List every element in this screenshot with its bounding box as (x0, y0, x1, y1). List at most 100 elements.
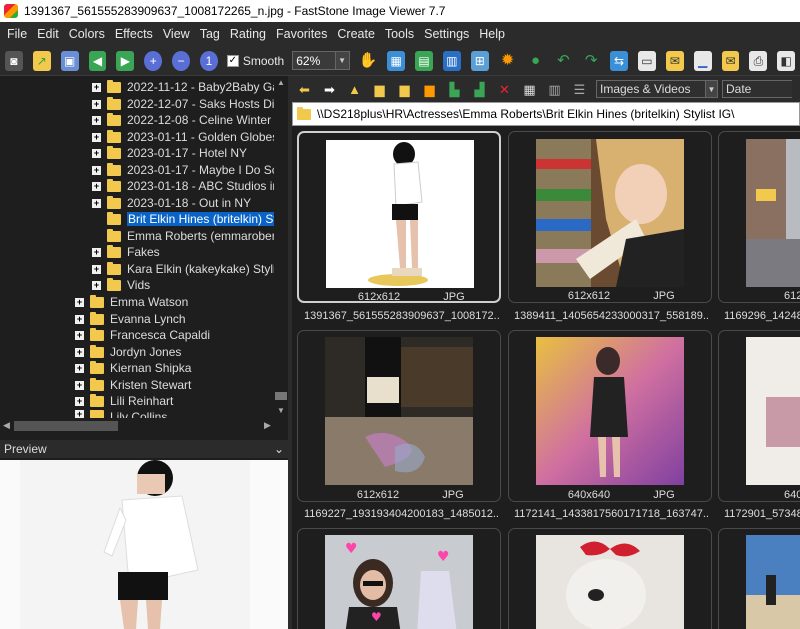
print-icon[interactable]: ⎙ (749, 50, 768, 71)
expand-icon[interactable]: + (92, 82, 101, 92)
folder-up-icon[interactable]: ▲ (346, 80, 364, 98)
forward-arrow-icon[interactable]: ➡ (321, 80, 339, 98)
email-send-icon[interactable]: ✉ (721, 50, 740, 71)
tree-item[interactable]: + Emma Watson (75, 294, 188, 310)
tree-item[interactable]: +2023-01-18 - Out in NY (92, 195, 251, 211)
scroll-thumb[interactable] (14, 421, 118, 431)
tree-item[interactable]: +2022-11-12 - Baby2Baby Gala (92, 79, 288, 95)
copy-to-icon[interactable]: ▙ (446, 80, 464, 98)
list-view-icon[interactable]: ☰ (571, 80, 589, 98)
tree-item[interactable]: + Jordyn Jones (75, 344, 181, 360)
sort-select[interactable]: Date (722, 80, 792, 98)
folder-tree-icon[interactable]: ▆ (371, 80, 389, 98)
flip-icon[interactable]: ⇆ (610, 50, 628, 71)
menu-effects[interactable]: Effects (110, 27, 158, 41)
scan-icon[interactable]: ▁ (693, 50, 712, 71)
smooth-toggle[interactable]: ✓ Smooth (226, 54, 284, 68)
file-type-filter[interactable]: Images & Videos ▼ (596, 80, 718, 98)
expand-icon[interactable]: + (92, 99, 101, 109)
scroll-up-icon[interactable]: ▲ (277, 78, 285, 87)
tree-item[interactable]: + Francesca Capaldi (75, 327, 210, 343)
zoom-select[interactable]: 62% ▼ (292, 51, 350, 70)
expand-icon[interactable]: + (75, 347, 84, 357)
expand-icon[interactable]: + (92, 280, 101, 290)
tree-item[interactable]: + Evanna Lynch (75, 311, 186, 327)
expand-icon[interactable]: + (92, 181, 101, 191)
thumbnail[interactable]: 612x612 JPG (508, 131, 712, 303)
batch-convert-icon[interactable]: ▥ (442, 50, 461, 71)
expand-icon[interactable]: + (92, 132, 101, 142)
tree-item[interactable]: + Lily Collins (75, 410, 167, 418)
rotate-left-icon[interactable]: ↶ (554, 51, 572, 71)
details-view-icon[interactable]: ▥ (546, 80, 564, 98)
tree-item[interactable]: +2022-12-08 - Celine Winter 20 (92, 112, 288, 128)
expand-icon[interactable]: + (75, 363, 84, 373)
tree-item[interactable]: +2023-01-18 - ABC Studios in I (92, 178, 286, 194)
thumbnail[interactable]: 640x6 (718, 330, 800, 502)
zoom-out-icon[interactable]: − (172, 50, 191, 71)
tree-item[interactable]: +2023-01-11 - Golden Globes A (92, 129, 288, 145)
smooth-checkbox[interactable]: ✓ (226, 54, 239, 67)
menu-settings[interactable]: Settings (419, 27, 474, 41)
expand-icon[interactable]: + (92, 148, 101, 158)
world-icon[interactable]: ● (527, 51, 545, 71)
crop-icon[interactable]: ▭ (638, 50, 656, 71)
tree-item[interactable]: + Kara Elkin (kakeykake) Stylist (92, 261, 285, 277)
menu-edit[interactable]: Edit (32, 27, 64, 41)
favorites-folder-icon[interactable]: ▆ (421, 80, 439, 98)
menu-tools[interactable]: Tools (380, 27, 419, 41)
scroll-left-icon[interactable]: ◀ (3, 420, 10, 431)
tree-item[interactable]: + Kiernan Shipka (75, 360, 191, 376)
menu-favorites[interactable]: Favorites (271, 27, 332, 41)
expand-icon[interactable]: + (75, 330, 84, 340)
expand-icon[interactable]: + (92, 264, 101, 274)
exit-icon[interactable]: ◧ (777, 50, 796, 71)
next-icon[interactable]: ▶ (116, 50, 135, 71)
tree-horizontal-scrollbar[interactable]: ◀ ▶ (0, 418, 288, 434)
scroll-right-icon[interactable]: ▶ (264, 420, 271, 431)
back-arrow-icon[interactable]: ⬅ (296, 80, 314, 98)
scroll-down-icon[interactable]: ▼ (277, 406, 285, 415)
expand-icon[interactable]: + (92, 198, 101, 208)
expand-icon[interactable]: + (92, 165, 101, 175)
slideshow-icon[interactable]: ▦ (387, 50, 406, 71)
expand-icon[interactable]: + (92, 115, 101, 125)
save-icon[interactable]: ▣ (60, 50, 79, 71)
menu-create[interactable]: Create (332, 27, 380, 41)
collapse-icon[interactable]: ⌄ (274, 442, 284, 456)
thumbnail-selected[interactable]: 612x612 JPG (297, 131, 501, 303)
menu-view[interactable]: View (158, 27, 195, 41)
menu-help[interactable]: Help (474, 27, 510, 41)
tree-item[interactable]: +2022-12-07 - Saks Hosts Dinn (92, 96, 288, 112)
path-bar[interactable]: \\DS218plus\HR\Actresses\Emma Roberts\Br… (292, 102, 800, 126)
thumbnail[interactable]: 612x6 (718, 131, 800, 303)
thumbnail[interactable]: 612x612 JPG (297, 330, 501, 502)
move-to-icon[interactable]: ▟ (471, 80, 489, 98)
menu-file[interactable]: File (2, 27, 32, 41)
compare-icon[interactable]: ▤ (415, 50, 433, 71)
tree-item[interactable]: + Fakes (92, 244, 160, 260)
acquire-icon[interactable]: ◙ (5, 50, 23, 71)
tree-item[interactable]: + Vids (92, 277, 150, 293)
chevron-down-icon[interactable]: ▼ (334, 52, 349, 69)
open-folder-icon[interactable]: ↗ (32, 50, 51, 71)
expand-icon[interactable]: + (75, 380, 84, 390)
scroll-thumb[interactable] (275, 392, 287, 400)
menu-tag[interactable]: Tag (195, 27, 225, 41)
actual-size-icon[interactable]: 1 (200, 50, 218, 71)
expand-icon[interactable]: + (92, 247, 101, 257)
tree-item[interactable]: + Lili Reinhart (75, 393, 173, 409)
menu-rating[interactable]: Rating (225, 27, 271, 41)
delete-icon[interactable]: ✕ (496, 80, 514, 98)
zoom-in-icon[interactable]: + (144, 50, 163, 71)
tree-item[interactable]: +2023-01-17 - Hotel NY (92, 145, 247, 161)
expand-icon[interactable]: + (75, 410, 84, 418)
hand-tool-icon[interactable]: ✋ (359, 51, 378, 71)
tree-item[interactable]: +2023-01-17 - Maybe I Do Scre (92, 162, 288, 178)
tree-item[interactable]: Emma Roberts (emmaroberts (107, 228, 285, 244)
resize-icon[interactable]: ⊞ (470, 50, 489, 71)
menu-colors[interactable]: Colors (64, 27, 110, 41)
rotate-right-icon[interactable]: ↷ (582, 51, 600, 71)
thumbnail[interactable]: 640x640 JPG (508, 330, 712, 502)
tree-vertical-scrollbar[interactable]: ▲ ▼ (274, 76, 288, 418)
